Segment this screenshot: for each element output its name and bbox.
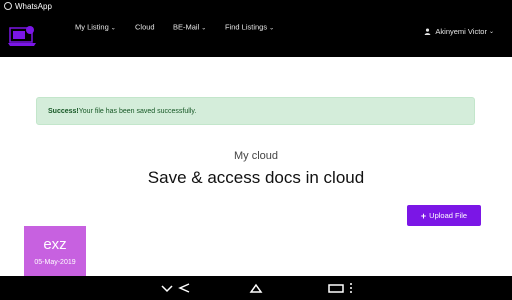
success-alert: Success! Your file has been saved success… xyxy=(36,97,475,125)
whatsapp-icon xyxy=(4,2,12,10)
file-date: 05-May-2019 xyxy=(34,259,76,266)
chevron-down-icon: ⌄ xyxy=(110,25,116,32)
android-nav-bar xyxy=(0,276,512,300)
file-card[interactable]: exz 05-May-2019 xyxy=(24,226,86,276)
upload-file-label: Upload File xyxy=(429,211,468,220)
file-extension: exz xyxy=(43,236,67,253)
chevron-down-icon: ⌄ xyxy=(201,25,207,32)
recents-icon[interactable] xyxy=(327,282,345,294)
menu-icon[interactable] xyxy=(346,282,356,294)
nav-be-mail[interactable]: BE-Mail ⌄ xyxy=(173,23,206,32)
back-icon[interactable] xyxy=(177,282,191,294)
nav-cloud-label: Cloud xyxy=(135,22,155,32)
chevron-down-icon: ⌄ xyxy=(488,29,494,35)
plus-icon: + xyxy=(420,210,427,221)
nav-my-listing-label: My Listing xyxy=(75,22,109,32)
chevron-down-icon: ⌄ xyxy=(269,25,275,32)
notification-label: WhatsApp xyxy=(15,1,52,11)
nav-be-mail-label: BE-Mail xyxy=(173,22,200,32)
nav-find-listings-label: Find Listings xyxy=(225,22,268,32)
user-menu[interactable]: Akinyemi Victor ⌄ xyxy=(424,27,494,36)
alert-strong: Success! xyxy=(48,107,79,115)
nav-my-listing[interactable]: My Listing ⌄ xyxy=(75,23,116,32)
caret-down-icon[interactable] xyxy=(160,282,174,294)
user-name: Akinyemi Victor xyxy=(435,27,487,36)
page-subtitle: My cloud xyxy=(233,150,279,162)
top-navbar: My Listing ⌄ Cloud BE-Mail ⌄ Find Listings… xyxy=(0,12,512,57)
page-title: Save & access docs in cloud xyxy=(147,168,365,187)
status-bar: WhatsApp xyxy=(0,0,512,12)
logo-icon[interactable] xyxy=(6,24,38,48)
nav-cloud[interactable]: Cloud xyxy=(135,23,155,32)
user-icon xyxy=(425,28,431,35)
nav-find-listings[interactable]: Find Listings ⌄ xyxy=(225,23,274,32)
home-icon[interactable] xyxy=(249,282,263,294)
upload-file-button[interactable]: + Upload File xyxy=(407,205,481,226)
alert-message: Your file has been saved successfully. xyxy=(78,107,197,115)
